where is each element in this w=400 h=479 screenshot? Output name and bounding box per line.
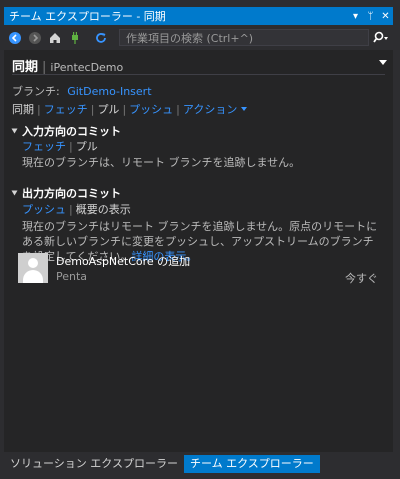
commit-author: Penta xyxy=(56,270,88,283)
outgoing-links: プッシュ | 概要の表示 xyxy=(22,201,131,217)
page-header: 同期 | iPentecDemo xyxy=(12,56,123,75)
tab-solution-explorer[interactable]: ソリューション エクスプローラー xyxy=(4,455,184,473)
branch-label: ブランチ: xyxy=(12,85,60,98)
incoming-fetch-link[interactable]: フェッチ xyxy=(22,138,66,154)
action-menu-link[interactable]: アクション xyxy=(183,101,237,117)
team-explorer-panel: 同期 | iPentecDemo ブランチ: GitDemo-Insert 同期 | フ… xyxy=(4,50,393,452)
avatar-body-shape xyxy=(23,270,43,283)
collapse-triangle-icon[interactable] xyxy=(11,190,18,196)
home-icon[interactable] xyxy=(46,29,64,47)
page-title: 同期 xyxy=(12,60,39,75)
incoming-links: フェッチ | プル xyxy=(22,138,98,154)
tab-strip-divider xyxy=(4,452,393,454)
back-icon[interactable] xyxy=(6,29,24,47)
repository-name: iPentecDemo xyxy=(50,61,124,74)
collapse-triangle-icon[interactable] xyxy=(11,128,18,134)
toolbar: 作業項目の検索 (Ctrl+^) xyxy=(4,26,393,50)
close-icon[interactable]: ✕ xyxy=(378,11,393,22)
pull-link[interactable]: プル xyxy=(97,101,119,117)
push-link[interactable]: プッシュ xyxy=(129,101,173,117)
incoming-separator: | xyxy=(69,139,73,153)
avatar-head-shape xyxy=(28,258,38,268)
commit-time: 今すぐ xyxy=(345,272,378,285)
outgoing-commits-header[interactable]: 出力方向のコミット xyxy=(11,185,121,201)
forward-icon[interactable] xyxy=(26,29,44,47)
title-bar[interactable]: チーム エクスプローラー - 同期 ▾ ᛘ ✕ xyxy=(4,7,393,25)
action-separator: | xyxy=(176,102,180,116)
search-input[interactable]: 作業項目の検索 (Ctrl+^) xyxy=(119,29,369,46)
refresh-icon[interactable] xyxy=(92,29,110,47)
commit-message: DemoAspNetCore の追加 xyxy=(56,255,191,268)
window-menu-dropdown-icon[interactable]: ▾ xyxy=(348,11,363,22)
outgoing-commits-title: 出力方向のコミット xyxy=(22,187,121,200)
pin-icon[interactable]: ᛘ xyxy=(363,11,378,22)
tab-team-explorer[interactable]: チーム エクスプローラー xyxy=(183,455,320,473)
sync-link[interactable]: 同期 xyxy=(12,101,34,117)
header-divider xyxy=(12,74,385,75)
header-separator: | xyxy=(42,60,47,75)
tool-window: チーム エクスプローラー - 同期 ▾ ᛘ ✕ 作業項目の検索 (Ctrl+^)… xyxy=(0,0,400,479)
search-icon[interactable] xyxy=(372,30,390,46)
incoming-commits-header[interactable]: 入力方向のコミット xyxy=(11,123,121,139)
branch-line: ブランチ: GitDemo-Insert xyxy=(12,83,152,99)
window-title: チーム エクスプローラー - 同期 xyxy=(9,10,166,23)
commit-item[interactable]: DemoAspNetCore の追加 Penta 今すぐ xyxy=(18,253,378,287)
fetch-link[interactable]: フェッチ xyxy=(44,101,88,117)
sync-actions: 同期 | フェッチ | プル | プッシュ | アクション xyxy=(12,101,248,117)
incoming-message: 現在のブランチは、リモート ブランチを追跡しません。 xyxy=(22,156,301,169)
tab-strip: ソリューション エクスプローラー チーム エクスプローラー xyxy=(4,455,320,475)
action-separator: | xyxy=(122,102,127,116)
action-chevron-down-icon[interactable] xyxy=(241,107,248,111)
connect-plug-icon[interactable] xyxy=(66,29,84,47)
branch-name-link[interactable]: GitDemo-Insert xyxy=(67,85,151,98)
avatar xyxy=(18,253,48,283)
action-separator: | xyxy=(37,102,41,116)
view-summary-link[interactable]: 概要の表示 xyxy=(76,201,131,217)
action-separator: | xyxy=(90,102,95,116)
incoming-pull-link[interactable]: プル xyxy=(76,138,98,154)
page-menu-chevron-down-icon[interactable] xyxy=(379,60,387,65)
incoming-commits-title: 入力方向のコミット xyxy=(22,125,121,138)
outgoing-separator: | xyxy=(69,202,73,216)
outgoing-push-link[interactable]: プッシュ xyxy=(22,201,66,217)
